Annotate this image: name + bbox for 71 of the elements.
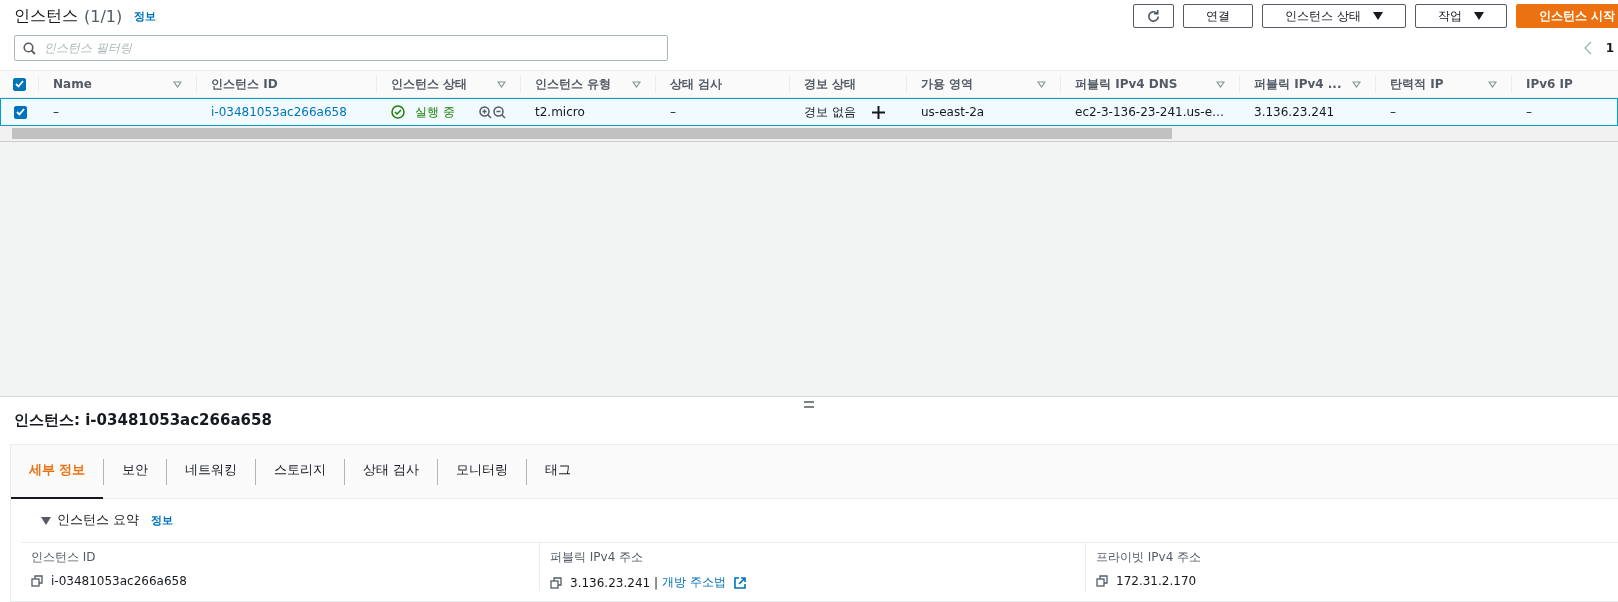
column-header: 인스턴스 유형	[535, 75, 612, 93]
column-header: IPv6 IP	[1526, 77, 1573, 91]
table-cell: 경보 없음	[804, 103, 856, 121]
column-header: 인스턴스 ID	[211, 75, 278, 93]
table-cell: –	[1526, 105, 1532, 119]
tab[interactable]: 스토리지	[256, 444, 345, 499]
table-cell: t2.micro	[535, 105, 585, 119]
table-row[interactable]: – i-03481053ac266a658 실행 중 t2.micro – 경보 없음 us-east-2a ec2-3-136-23-241.us-e… 3.136.23.241 – –	[0, 98, 1618, 126]
open-address-link[interactable]: 개방 주소법	[662, 574, 726, 591]
tab[interactable]: 보안	[104, 444, 167, 499]
zoom-icons	[478, 105, 507, 119]
tab[interactable]: 모니터링	[438, 444, 527, 499]
copy-icon	[31, 575, 43, 587]
search-field[interactable]: 인스턴스 필터링	[14, 35, 668, 61]
dropdown-button[interactable]: 인스턴스 상태	[1262, 4, 1406, 28]
section-title: 인스턴스 요약	[57, 512, 139, 529]
column-header: 퍼블릭 IPv4 DNS	[1075, 75, 1178, 93]
check-circle-icon	[391, 105, 405, 119]
caret-icon[interactable]	[41, 516, 51, 525]
tab[interactable]: 태그	[527, 444, 590, 499]
column-header: 퍼블릭 IPv4 ...	[1254, 75, 1342, 93]
sort-icon	[1488, 80, 1497, 88]
caret-icon	[1473, 12, 1484, 20]
plus-icon[interactable]	[871, 105, 885, 119]
status-text: 실행 중	[415, 103, 455, 121]
field-value: 3.136.23.241 |	[570, 575, 658, 590]
tab[interactable]: 상태 검사	[345, 444, 438, 499]
column-header: 상태 검사	[670, 75, 723, 93]
table-cell: –	[1390, 105, 1396, 119]
column-header: 경보 상태	[804, 75, 857, 93]
caret-icon	[1372, 12, 1383, 20]
sort-icon	[632, 80, 641, 88]
sort-icon	[1037, 80, 1046, 88]
sort-icon	[1216, 80, 1225, 88]
table-cell: –	[53, 105, 59, 119]
sort-icon	[497, 80, 506, 88]
search-icon	[23, 42, 36, 55]
field-label: 인스턴스 ID	[31, 549, 97, 566]
field-value: i-03481053ac266a658	[51, 574, 187, 588]
field-value: 172.31.2.170	[1116, 574, 1197, 588]
column-header: 가용 영역	[921, 75, 974, 93]
select-all-checkbox[interactable]	[12, 77, 26, 91]
connect-button[interactable]: 연결	[1183, 4, 1253, 28]
column-header: 인스턴스 상태	[391, 75, 468, 93]
resize-handle-icon[interactable]	[804, 401, 814, 408]
refresh-button[interactable]	[1133, 4, 1174, 28]
field-label: 퍼블릭 IPv4 주소	[550, 549, 645, 566]
page-number[interactable]: 1	[1605, 41, 1614, 55]
sort-icon	[1352, 80, 1361, 88]
sort-icon	[173, 80, 182, 88]
refresh-icon	[1146, 8, 1161, 24]
detail-title: 인스턴스: i-03481053ac266a658	[14, 411, 273, 430]
table-cell: 3.136.23.241	[1254, 105, 1335, 119]
horizontal-scrollbar[interactable]	[0, 126, 1618, 142]
column-header: Name	[53, 77, 92, 91]
instance-id-link[interactable]: i-03481053ac266a658	[211, 105, 347, 119]
instance-count: (1/1)	[84, 6, 123, 26]
column-header: 탄력적 IP	[1390, 75, 1444, 93]
tab[interactable]: 네트워킹	[167, 444, 256, 499]
dropdown-button[interactable]: 작업	[1414, 4, 1507, 28]
table-cell: us-east-2a	[921, 105, 985, 119]
field-label: 프라이빗 IPv4 주소	[1096, 549, 1203, 566]
row-checkbox[interactable]	[13, 105, 27, 119]
page-title: 인스턴스	[14, 5, 78, 27]
copy-icon	[550, 576, 562, 589]
info-link[interactable]: 정보	[151, 513, 173, 528]
table-cell: –	[670, 105, 676, 119]
table-cell: ec2-3-136-23-241.us-e…	[1075, 105, 1225, 119]
copy-icon	[1096, 575, 1108, 587]
info-link[interactable]: 정보	[134, 8, 157, 24]
external-link-icon	[733, 576, 746, 589]
